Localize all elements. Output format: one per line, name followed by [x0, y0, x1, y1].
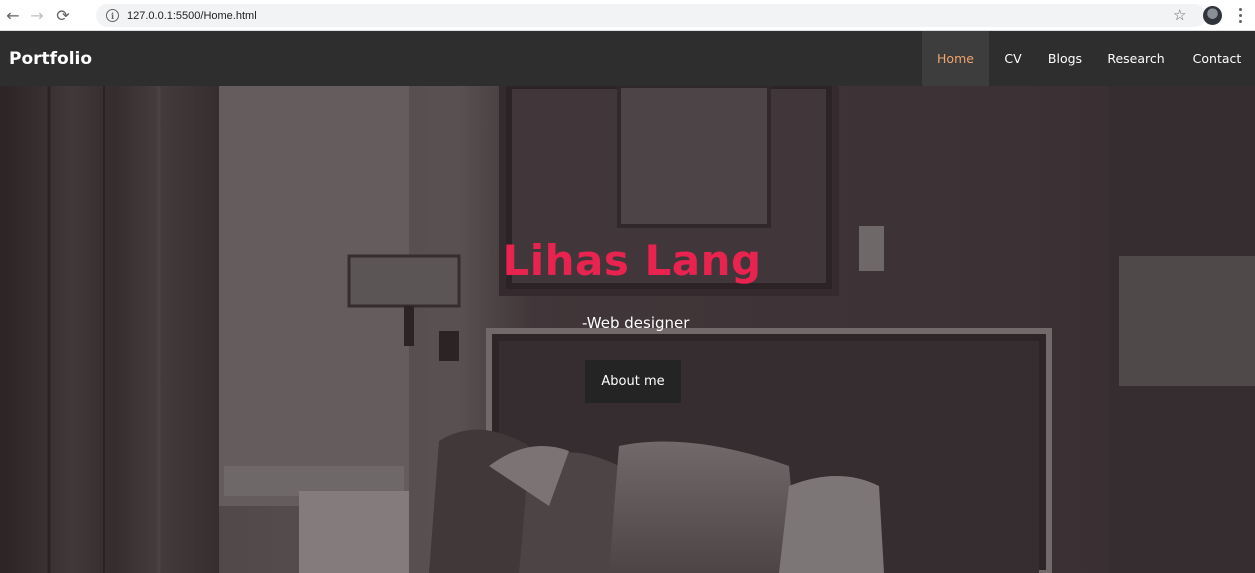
nav-link-research[interactable]: Research [1093, 31, 1179, 86]
nav-link-blogs[interactable]: Blogs [1037, 31, 1093, 86]
forward-arrow-icon[interactable]: → [26, 4, 48, 26]
browser-toolbar: ← → ⟳ i 127.0.0.1:5500/Home.html ☆ [0, 0, 1255, 31]
nav-link-cv[interactable]: CV [989, 31, 1037, 86]
info-icon[interactable]: i [106, 9, 119, 22]
hero-title: Lihas Lang [502, 236, 762, 285]
hero-subtitle: -Web designer [582, 314, 690, 332]
hero-section: Lihas Lang -Web designer About me [9, 86, 1255, 573]
back-arrow-icon[interactable]: ← [2, 4, 24, 26]
profile-avatar-icon[interactable] [1203, 6, 1222, 25]
address-bar[interactable]: i 127.0.0.1:5500/Home.html [96, 4, 1206, 27]
page: Portfolio Home CV Blogs Research Contact [0, 31, 1255, 573]
site-brand[interactable]: Portfolio [9, 49, 92, 69]
site-navbar: Portfolio Home CV Blogs Research Contact [0, 31, 1255, 86]
bookmark-star-icon[interactable]: ☆ [1173, 6, 1186, 24]
kebab-menu-icon[interactable] [1238, 8, 1242, 23]
nav-links: Home CV Blogs Research Contact [922, 31, 1255, 86]
reload-icon[interactable]: ⟳ [52, 4, 74, 26]
url-text[interactable]: 127.0.0.1:5500/Home.html [127, 10, 257, 22]
nav-link-contact[interactable]: Contact [1179, 31, 1255, 86]
about-me-button[interactable]: About me [585, 360, 681, 403]
nav-link-home[interactable]: Home [922, 31, 989, 86]
